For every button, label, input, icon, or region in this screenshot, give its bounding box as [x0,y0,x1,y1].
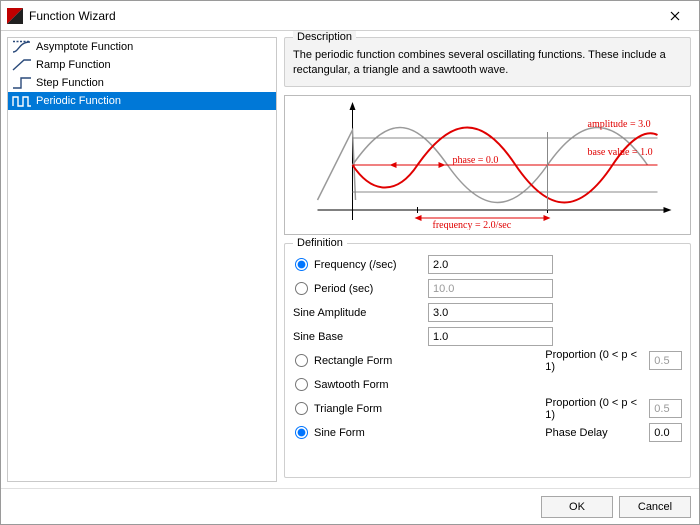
asymptote-icon [12,40,32,54]
input-phase-delay[interactable] [649,423,682,442]
radio-triangle[interactable] [295,402,308,415]
label-triangle: Triangle Form [314,403,382,415]
radio-rectangle[interactable] [295,354,308,367]
sidebar-item-asymptote[interactable]: Asymptote Function [8,38,276,56]
window-title: Function Wizard [29,9,657,23]
label-sine-form: Sine Form [314,427,365,439]
sidebar-item-step[interactable]: Step Function [8,74,276,92]
step-icon [12,76,32,90]
row-rectangle: Rectangle Form Proportion (0 < p < 1) [293,350,682,372]
row-triangle: Triangle Form Proportion (0 < p < 1) [293,398,682,420]
dialog-body: Asymptote Function Ramp Function Step Fu… [1,31,699,488]
label-sine-base: Sine Base [293,331,343,343]
sidebar-item-label: Asymptote Function [36,41,133,53]
row-sine-amplitude: Sine Amplitude [293,302,682,324]
row-frequency: Frequency (/sec) [293,254,682,276]
definition-heading: Definition [293,237,347,249]
window: Function Wizard Asymptote Function Ra [0,0,700,525]
label-rect-prop: Proportion (0 < p < 1) [543,349,649,373]
radio-period[interactable] [295,282,308,295]
ramp-icon [12,58,32,72]
row-period: Period (sec) [293,278,682,300]
titlebar: Function Wizard [1,1,699,31]
input-frequency[interactable] [428,255,553,274]
preview-plot: amplitude = 3.0 phase = 0.0 base value =… [289,100,686,230]
row-sawtooth: Sawtooth Form [293,374,682,396]
function-preview: amplitude = 3.0 phase = 0.0 base value =… [284,95,691,235]
radio-sawtooth[interactable] [295,378,308,391]
sidebar-item-ramp[interactable]: Ramp Function [8,56,276,74]
input-period [428,279,553,298]
anno-frequency: frequency = 2.0/sec [433,220,512,230]
app-icon [7,8,23,24]
sidebar-item-label: Step Function [36,77,104,89]
row-sine-form: Sine Form Phase Delay [293,422,682,444]
label-frequency: Frequency (/sec) [314,259,397,271]
dialog-buttons: OK Cancel [1,488,699,524]
input-tri-prop [649,399,682,418]
label-period: Period (sec) [314,283,373,295]
label-rectangle: Rectangle Form [314,355,392,367]
main-pane: Description The periodic function combin… [280,31,699,488]
label-sawtooth: Sawtooth Form [314,379,389,391]
cancel-button[interactable]: Cancel [619,496,691,518]
radio-frequency[interactable] [295,258,308,271]
label-tri-prop: Proportion (0 < p < 1) [543,397,649,421]
input-rect-prop [649,351,682,370]
description-heading: Description [293,31,356,43]
anno-amplitude: amplitude = 3.0 [588,119,651,130]
function-list: Asymptote Function Ramp Function Step Fu… [7,37,277,482]
label-phase-delay: Phase Delay [543,427,649,439]
description-group: Description The periodic function combin… [284,37,691,87]
input-sine-base[interactable] [428,327,553,346]
sidebar-item-label: Ramp Function [36,59,111,71]
anno-phase: phase = 0.0 [453,155,499,166]
periodic-icon [12,94,32,108]
description-text: The periodic function combines several o… [293,48,682,78]
label-sine-amplitude: Sine Amplitude [293,307,366,319]
row-sine-base: Sine Base [293,326,682,348]
ok-button[interactable]: OK [541,496,613,518]
sidebar-item-label: Periodic Function [36,95,121,107]
definition-group: Definition Frequency (/sec) Period (sec) [284,243,691,478]
radio-sine[interactable] [295,426,308,439]
input-sine-amplitude[interactable] [428,303,553,322]
anno-base: base value = 1.0 [588,147,653,158]
sidebar-item-periodic[interactable]: Periodic Function [8,92,276,110]
close-button[interactable] [657,4,693,28]
